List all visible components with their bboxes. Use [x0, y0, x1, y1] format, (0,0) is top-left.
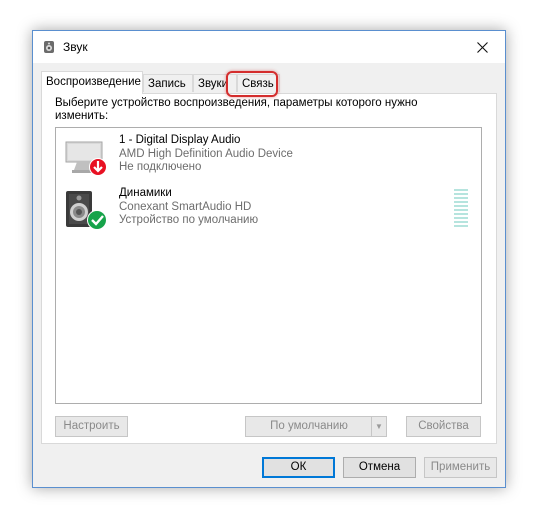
properties-button[interactable]: Свойства	[406, 416, 481, 437]
chevron-down-icon[interactable]: ▼	[371, 417, 386, 436]
cancel-button[interactable]: Отмена	[343, 457, 416, 478]
configure-button[interactable]: Настроить	[55, 416, 128, 437]
device-info: Динамики Conexant SmartAudio HD Устройст…	[119, 187, 258, 228]
default-check-icon	[87, 210, 107, 230]
level-bar	[454, 205, 468, 207]
apply-button[interactable]: Применить	[424, 457, 497, 478]
disconnected-arrow-icon	[89, 158, 107, 176]
device-driver: Conexant SmartAudio HD	[119, 200, 252, 213]
ok-button[interactable]: ОК	[262, 457, 335, 478]
device-info: 1 - Digital Display Audio AMD High Defin…	[119, 134, 293, 175]
title-bar: Звук	[33, 31, 505, 63]
window-title: Звук	[63, 40, 88, 54]
level-bar	[454, 213, 468, 215]
level-bar	[454, 193, 468, 195]
playback-panel: Выберите устройство воспроизведения, пар…	[41, 93, 497, 444]
device-status: Не подключено	[119, 161, 202, 173]
speaker-device-icon	[66, 191, 107, 230]
level-bar	[454, 209, 468, 211]
list-item-speakers[interactable]: Динамики Conexant SmartAudio HD Устройст…	[56, 183, 476, 233]
level-bar	[454, 217, 468, 219]
level-bar	[454, 197, 468, 199]
list-item-digital-display-audio[interactable]: 1 - Digital Display Audio AMD High Defin…	[56, 130, 476, 180]
tab-communications[interactable]: Связь	[237, 74, 280, 92]
level-bar	[454, 189, 468, 191]
set-default-button[interactable]: По умолчанию ▼	[245, 416, 387, 437]
set-default-label: По умолчанию	[270, 420, 348, 432]
volume-level-meter	[454, 189, 468, 229]
device-name: 1 - Digital Display Audio	[119, 134, 241, 146]
speaker-icon	[44, 41, 54, 53]
device-status: Устройство по умолчанию	[119, 214, 259, 226]
close-icon	[476, 41, 488, 53]
device-name: Динамики	[119, 187, 172, 199]
level-bar	[454, 225, 468, 227]
tab-playback[interactable]: Воспроизведение	[41, 71, 143, 94]
monitor-icon	[65, 141, 107, 176]
instruction-text: Выберите устройство воспроизведения, пар…	[55, 97, 418, 122]
close-button[interactable]	[459, 31, 505, 63]
tab-recording[interactable]: Запись	[143, 74, 193, 92]
tab-sounds[interactable]: Звуки	[193, 74, 237, 92]
device-list[interactable]: 1 - Digital Display Audio AMD High Defin…	[55, 127, 482, 404]
level-bar	[454, 221, 468, 223]
device-driver: AMD High Definition Audio Device	[119, 147, 293, 160]
sound-dialog: Звук Воспроизведение Запись Звуки Связь …	[32, 30, 506, 488]
level-bar	[454, 201, 468, 203]
